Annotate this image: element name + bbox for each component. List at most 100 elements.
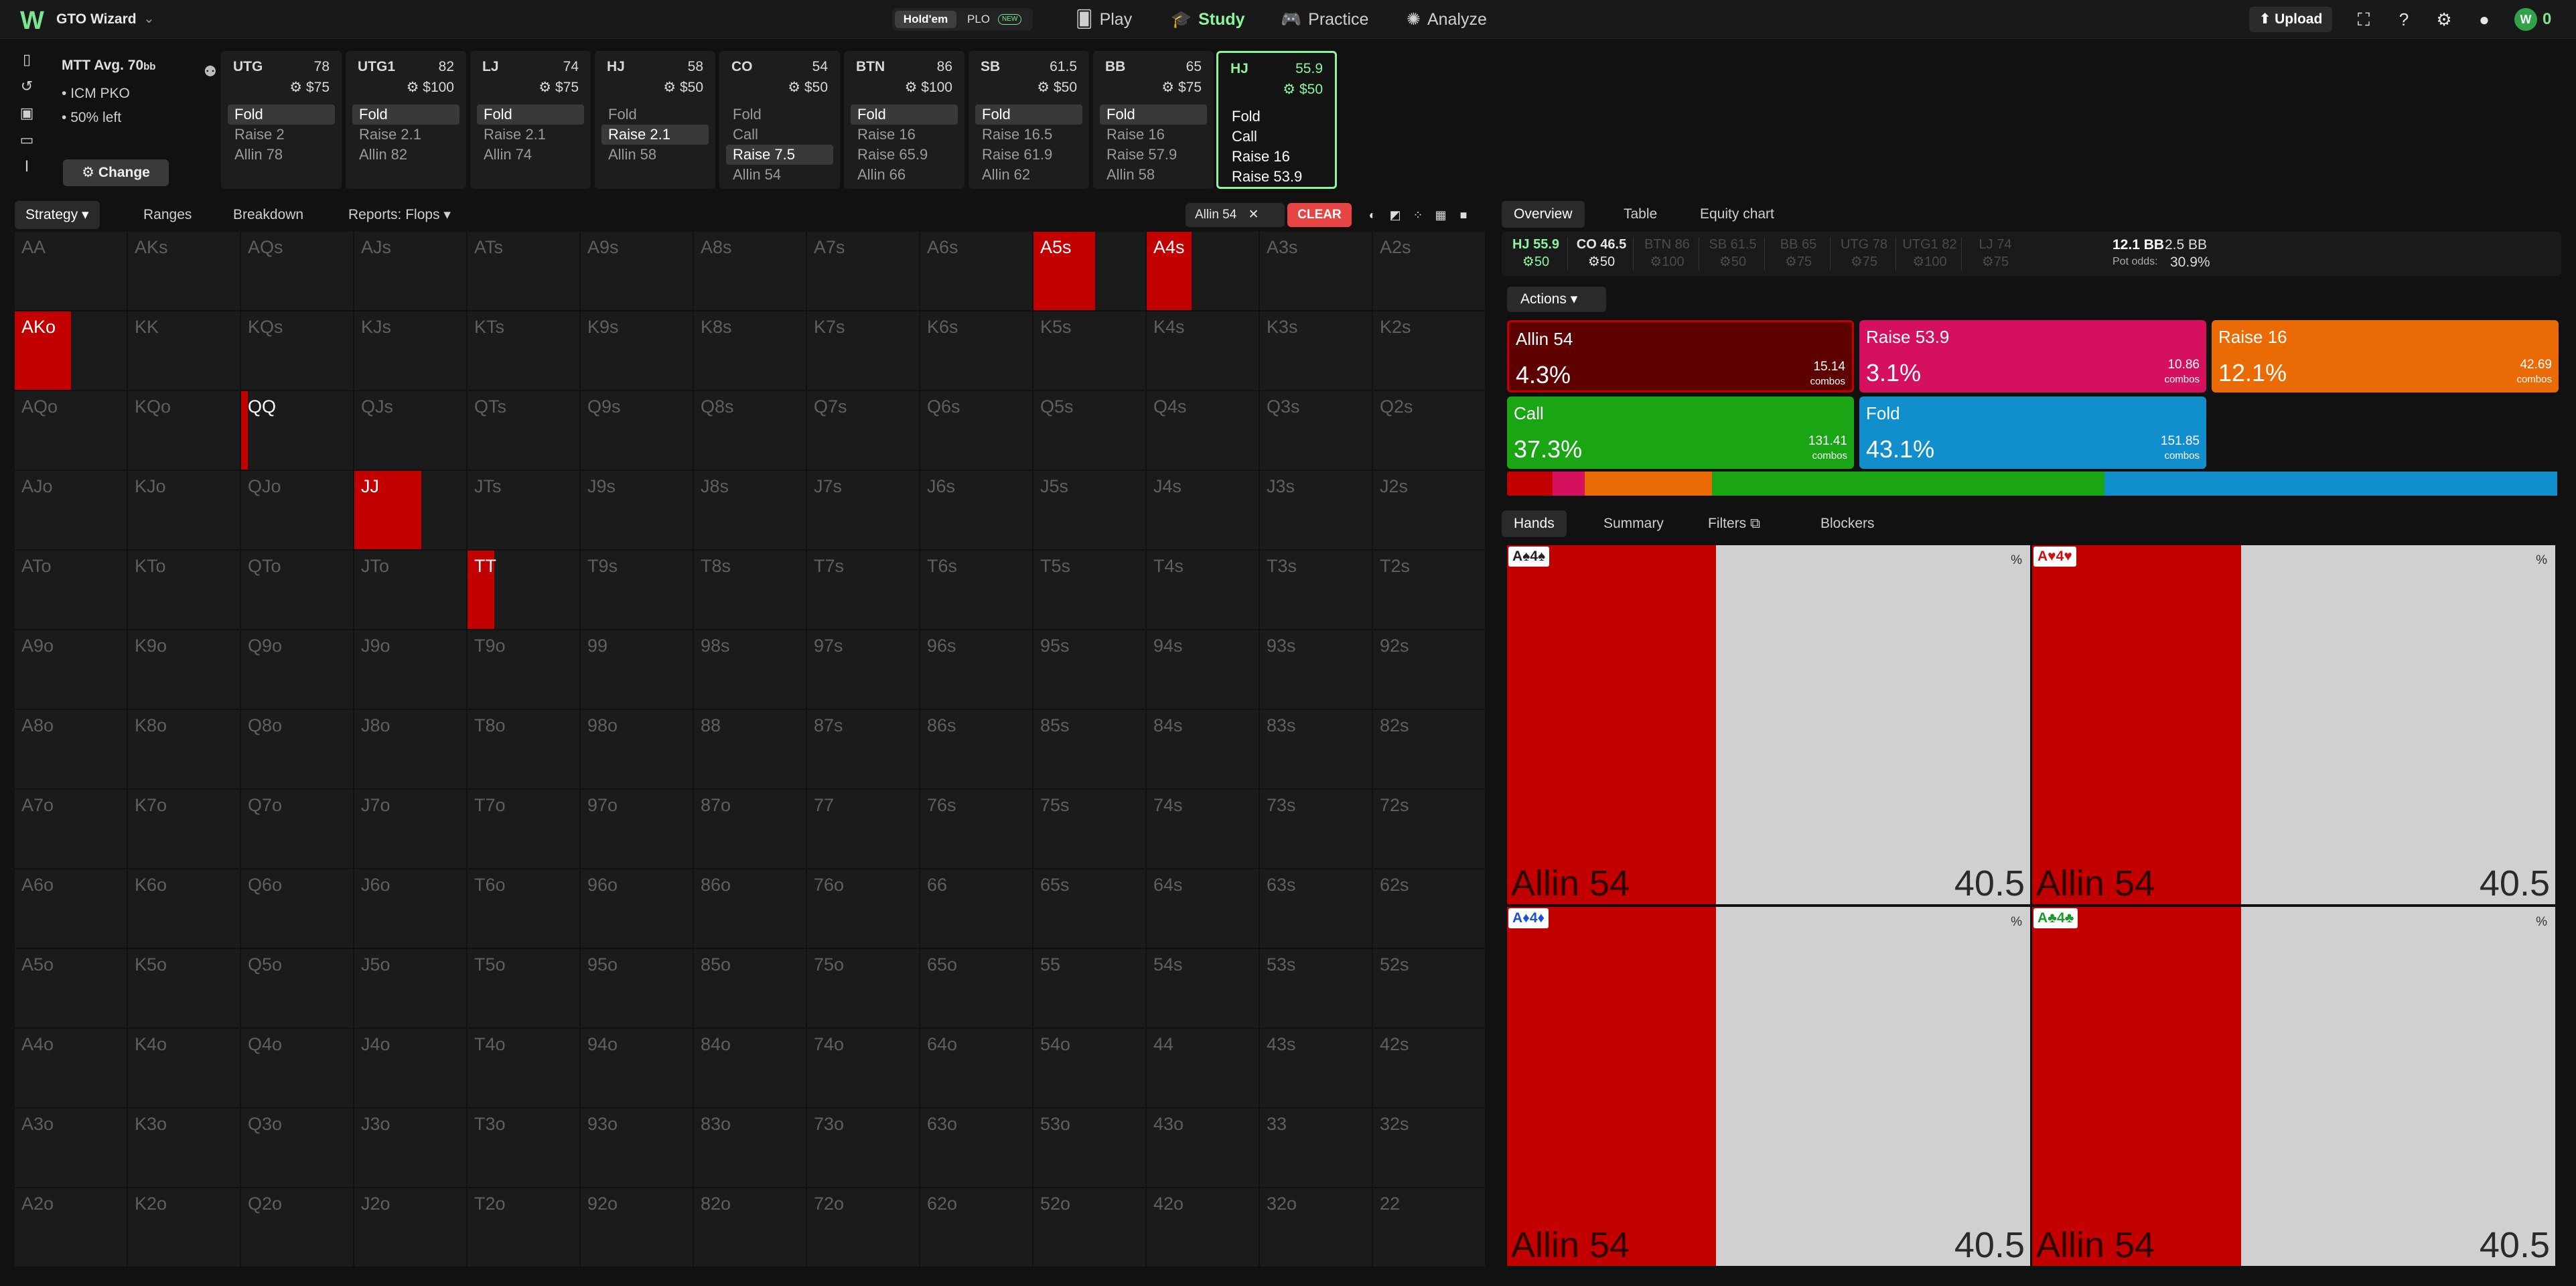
range-cell-k4o[interactable]: K4o	[128, 1029, 240, 1107]
range-cell-kjo[interactable]: KJo	[128, 471, 240, 549]
help-icon[interactable]: ?	[2392, 8, 2415, 31]
tab-ranges[interactable]: Ranges	[143, 201, 192, 229]
hand-combo-panel[interactable]: A♣4♣% Allin 54 40.5	[2032, 907, 2555, 1266]
position-action-option[interactable]: Allin 58	[1100, 165, 1207, 185]
range-cell-54s[interactable]: 54s	[1147, 949, 1259, 1027]
actions-dropdown[interactable]: Actions ▾	[1507, 287, 1606, 312]
range-cell-kjs[interactable]: KJs	[354, 311, 466, 390]
summary-position-btn[interactable]: BTN 86 ⚙100	[1640, 236, 1695, 272]
range-cell-q9o[interactable]: Q9o	[241, 630, 353, 709]
range-cell-76s[interactable]: 76s	[920, 790, 1032, 868]
range-cell-j2s[interactable]: J2s	[1373, 471, 1485, 549]
position-action-option[interactable]: Raise 2	[228, 125, 335, 145]
range-cell-j2o[interactable]: J2o	[354, 1188, 466, 1267]
range-cell-94o[interactable]: 94o	[581, 1029, 693, 1107]
position-card-btn[interactable]: BTN 86 ⚙ $100 Fold Raise 16 Raise 65.9 Allin 6…	[844, 51, 964, 189]
range-cell-t5o[interactable]: T5o	[468, 949, 579, 1027]
range-cell-77[interactable]: 77	[807, 790, 919, 868]
range-cell-qjo[interactable]: QJo	[241, 471, 353, 549]
range-cell-76o[interactable]: 76o	[807, 869, 919, 948]
range-cell-87o[interactable]: 87o	[694, 790, 806, 868]
position-action-option[interactable]: Call	[1225, 127, 1328, 147]
range-cell-j8o[interactable]: J8o	[354, 710, 466, 788]
range-cell-t5s[interactable]: T5s	[1033, 551, 1145, 629]
range-cell-94s[interactable]: 94s	[1147, 630, 1259, 709]
range-cell-a4o[interactable]: A4o	[15, 1029, 127, 1107]
range-cell-32o[interactable]: 32o	[1260, 1188, 1372, 1267]
range-cell-t2o[interactable]: T2o	[468, 1188, 579, 1267]
range-cell-33[interactable]: 33	[1260, 1109, 1372, 1187]
nav-play[interactable]: 🂠 Play	[1076, 8, 1132, 31]
range-cell-a7s[interactable]: A7s	[807, 232, 919, 310]
range-cell-93s[interactable]: 93s	[1260, 630, 1372, 709]
range-cell-75o[interactable]: 75o	[807, 949, 919, 1027]
view-compact-icon[interactable]: ⁘	[1408, 205, 1428, 225]
range-cell-t4o[interactable]: T4o	[468, 1029, 579, 1107]
range-cell-93o[interactable]: 93o	[581, 1109, 693, 1187]
tab-filters[interactable]: Filters ⧉	[1708, 510, 1760, 537]
position-action-option[interactable]: Fold	[601, 104, 709, 125]
range-cell-k7o[interactable]: K7o	[128, 790, 240, 868]
position-action-option[interactable]: Fold	[975, 104, 1082, 125]
brand-name[interactable]: GTO Wizard	[56, 11, 137, 27]
range-cell-88[interactable]: 88	[694, 710, 806, 788]
range-cell-aks[interactable]: AKs	[128, 232, 240, 310]
range-cell-kts[interactable]: KTs	[468, 311, 579, 390]
range-cell-65s[interactable]: 65s	[1033, 869, 1145, 948]
range-cell-q4o[interactable]: Q4o	[241, 1029, 353, 1107]
range-cell-k7s[interactable]: K7s	[807, 311, 919, 390]
range-cell-95o[interactable]: 95o	[581, 949, 693, 1027]
range-cell-64o[interactable]: 64o	[920, 1029, 1032, 1107]
range-cell-k5s[interactable]: K5s	[1033, 311, 1145, 390]
position-action-option[interactable]: Allin 78	[228, 145, 335, 165]
range-cell-t7s[interactable]: T7s	[807, 551, 919, 629]
range-cell-73o[interactable]: 73o	[807, 1109, 919, 1187]
range-cell-k4s[interactable]: K4s	[1147, 311, 1259, 390]
range-cell-j9o[interactable]: J9o	[354, 630, 466, 709]
range-cell-99[interactable]: 99	[581, 630, 693, 709]
tab-reports[interactable]: Reports: Flops ▾	[348, 201, 451, 229]
range-cell-tt[interactable]: TT	[468, 551, 579, 629]
range-cell-ajs[interactable]: AJs	[354, 232, 466, 310]
range-cell-qjs[interactable]: QJs	[354, 391, 466, 470]
action-card-allin-54[interactable]: Allin 54 4.3% 15.14 combos	[1507, 320, 1854, 392]
range-cell-q4s[interactable]: Q4s	[1147, 391, 1259, 470]
user-icon[interactable]: ●	[2473, 8, 2496, 31]
range-cell-44[interactable]: 44	[1147, 1029, 1259, 1107]
range-cell-jj[interactable]: JJ	[354, 471, 466, 549]
range-cell-a3s[interactable]: A3s	[1260, 232, 1372, 310]
position-action-option[interactable]: Raise 2.1	[352, 125, 459, 145]
position-action-option[interactable]: Fold	[228, 104, 335, 125]
tab-overview[interactable]: Overview	[1502, 201, 1585, 228]
range-cell-k8s[interactable]: K8s	[694, 311, 806, 390]
range-cell-t9s[interactable]: T9s	[581, 551, 693, 629]
range-cell-t9o[interactable]: T9o	[468, 630, 579, 709]
position-action-option[interactable]: Fold	[352, 104, 459, 125]
range-cell-92o[interactable]: 92o	[581, 1188, 693, 1267]
range-cell-55[interactable]: 55	[1033, 949, 1145, 1027]
range-cell-84o[interactable]: 84o	[694, 1029, 806, 1107]
position-action-option[interactable]: Fold	[1100, 104, 1207, 125]
table-icon[interactable]: ▭	[15, 131, 39, 158]
range-cell-q6o[interactable]: Q6o	[241, 869, 353, 948]
nav-study[interactable]: 🎓 Study	[1171, 8, 1245, 31]
range-cell-22[interactable]: 22	[1373, 1188, 1485, 1267]
range-cell-t3s[interactable]: T3s	[1260, 551, 1372, 629]
logo[interactable]: W	[20, 7, 44, 35]
range-cell-qq[interactable]: QQ	[241, 391, 353, 470]
range-cell-ato[interactable]: ATo	[15, 551, 127, 629]
tab-table[interactable]: Table	[1624, 201, 1657, 228]
position-action-option[interactable]: Raise 16	[1225, 147, 1328, 167]
range-cell-j6s[interactable]: J6s	[920, 471, 1032, 549]
range-cell-75s[interactable]: 75s	[1033, 790, 1145, 868]
position-action-option[interactable]: Fold	[477, 104, 584, 125]
range-cell-73s[interactable]: 73s	[1260, 790, 1372, 868]
position-card-utg[interactable]: UTG 78 ⚙ $75 Fold Raise 2 Allin 78	[221, 51, 342, 189]
action-card-raise-53-9[interactable]: Raise 53.9 3.1% 10.86 combos	[1859, 320, 2206, 392]
nav-analyze[interactable]: ✺ Analyze	[1407, 8, 1487, 31]
range-cell-q6s[interactable]: Q6s	[920, 391, 1032, 470]
range-cell-k6o[interactable]: K6o	[128, 869, 240, 948]
position-action-option[interactable]: Raise 65.9	[851, 145, 958, 165]
change-button[interactable]: ⚙ Change	[63, 159, 169, 186]
range-cell-82s[interactable]: 82s	[1373, 710, 1485, 788]
